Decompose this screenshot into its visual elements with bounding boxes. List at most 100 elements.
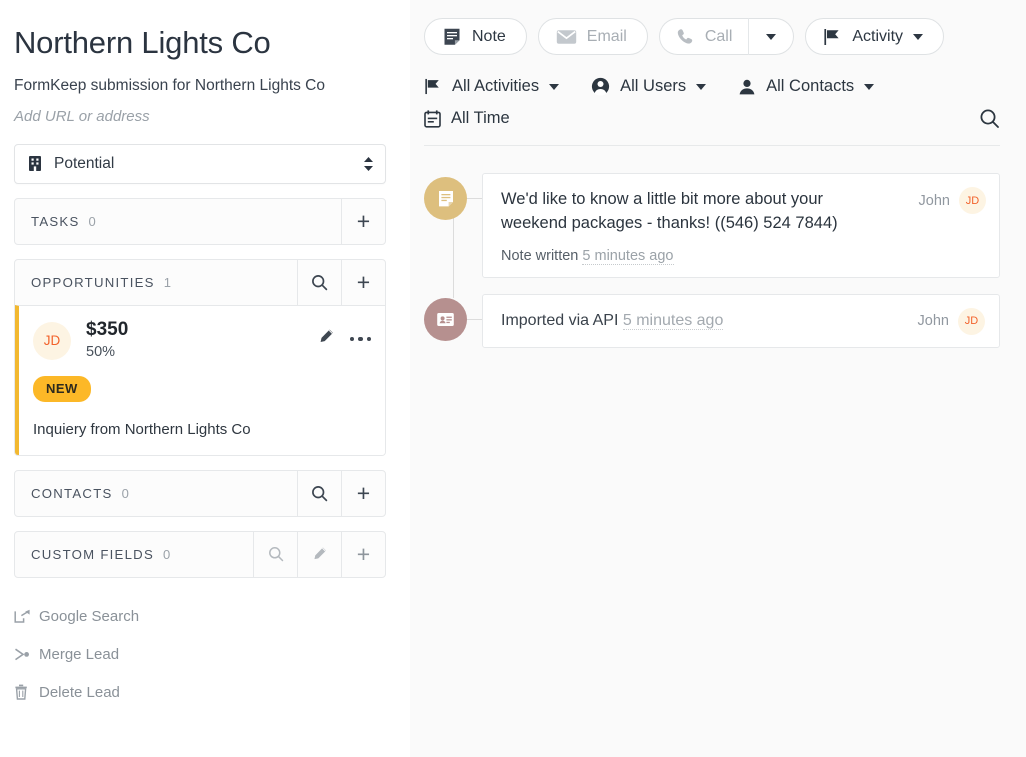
flag-icon	[824, 28, 839, 45]
opportunity-card[interactable]: JD $350 50% NEW Inquiery from Northern L…	[15, 304, 385, 455]
lead-status-value: Potential	[54, 154, 115, 172]
opportunity-more-menu[interactable]	[349, 336, 371, 342]
filter-row-secondary: All Time	[424, 108, 1026, 141]
plus-icon: +	[356, 479, 371, 506]
opportunity-percent: 50%	[86, 343, 116, 360]
trash-icon	[14, 684, 35, 701]
note-icon	[444, 28, 460, 45]
lead-status-select[interactable]: Potential	[14, 143, 386, 184]
add-custom-field-button[interactable]: +	[341, 531, 385, 577]
lead-url-placeholder[interactable]: Add URL or address	[14, 108, 410, 125]
activity-button[interactable]: Activity	[805, 18, 945, 55]
import-card[interactable]: Imported via API 5 minutes ago John JD	[482, 293, 1000, 348]
import-timeline-icon	[424, 297, 467, 341]
import-label: Imported via API	[501, 312, 619, 330]
email-label: Email	[586, 27, 627, 45]
plus-icon: +	[356, 207, 371, 234]
import-timestamp[interactable]: 5 minutes ago	[622, 312, 724, 331]
user-circle-icon	[592, 77, 610, 96]
search-opportunities-button[interactable]	[297, 259, 341, 305]
timeline-item-import: Imported via API 5 minutes ago John JD	[424, 293, 1000, 348]
contacts-label: CONTACTS	[31, 485, 113, 501]
note-timestamp[interactable]: 5 minutes ago	[582, 247, 674, 265]
person-icon	[739, 79, 755, 94]
custom-fields-count: 0	[163, 546, 171, 562]
google-search-label: Google Search	[39, 607, 140, 625]
edit-opportunity-button[interactable]	[318, 328, 335, 350]
note-button[interactable]: Note	[424, 18, 527, 55]
pencil-icon	[320, 329, 333, 342]
edit-custom-fields-button[interactable]	[297, 531, 341, 577]
delete-lead-action[interactable]: Delete Lead	[14, 684, 410, 701]
external-link-icon	[14, 609, 35, 624]
note-timeline-icon	[424, 177, 467, 220]
plus-icon: +	[356, 268, 371, 295]
search-icon	[312, 275, 328, 291]
lead-subtitle: FormKeep submission for Northern Lights …	[14, 76, 325, 94]
search-custom-fields-button[interactable]	[253, 531, 297, 577]
lead-sidebar: Northern Lights Co FormKeep submission f…	[0, 0, 410, 757]
tasks-label: TASKS	[31, 213, 80, 229]
activity-label: Activity	[852, 27, 904, 45]
contacts-count: 0	[121, 485, 129, 501]
search-icon	[980, 109, 999, 128]
chevron-down-icon	[864, 83, 875, 90]
contacts-panel: CONTACTS 0 +	[14, 469, 386, 517]
opportunity-actions	[318, 328, 371, 350]
building-icon	[27, 155, 43, 172]
activity-panel: Note Email Call Activity All Activities …	[410, 0, 1026, 757]
merge-icon	[14, 647, 35, 662]
avatar: JD	[958, 307, 985, 335]
note-author-name: John	[918, 192, 950, 209]
contacts-header: CONTACTS 0 +	[15, 470, 385, 516]
search-icon	[268, 547, 283, 562]
activity-timeline: We'd like to know a little bit more abou…	[410, 146, 1026, 348]
email-button[interactable]: Email	[537, 18, 648, 55]
note-label: Note	[472, 27, 506, 45]
timeline-connector	[467, 318, 482, 320]
phone-icon	[677, 28, 693, 44]
add-contact-button[interactable]: +	[341, 470, 385, 516]
custom-fields-label-wrap: CUSTOM FIELDS 0	[15, 532, 253, 577]
filter-all-time-label: All Time	[451, 109, 510, 127]
filter-all-time[interactable]: All Time	[424, 109, 510, 128]
custom-fields-panel: CUSTOM FIELDS 0 +	[14, 530, 386, 578]
dot	[366, 336, 371, 342]
google-search-action[interactable]: Google Search	[14, 608, 410, 625]
opportunities-label-wrap: OPPORTUNITIES 1	[15, 260, 297, 305]
email-icon	[556, 29, 576, 44]
note-body: We'd like to know a little bit more abou…	[501, 190, 838, 232]
sort-updown-icon	[363, 156, 374, 172]
custom-fields-label: CUSTOM FIELDS	[31, 546, 154, 562]
activity-search-button[interactable]	[979, 108, 1000, 129]
tasks-header: TASKS 0 +	[15, 198, 385, 244]
search-icon	[312, 486, 328, 502]
call-dropdown-button[interactable]	[748, 18, 795, 55]
dot	[358, 336, 363, 342]
lead-actions-list: Google Search Merge Lead Delete Lead	[14, 608, 410, 701]
merge-lead-action[interactable]: Merge Lead	[14, 646, 410, 663]
add-task-button[interactable]: +	[341, 198, 385, 244]
delete-lead-label: Delete Lead	[39, 683, 120, 701]
tasks-panel: TASKS 0 +	[14, 197, 386, 245]
note-card[interactable]: We'd like to know a little bit more abou…	[482, 173, 1000, 278]
opportunity-description: Inquiery from Northern Lights Co	[33, 420, 251, 438]
chevron-down-icon	[766, 33, 777, 40]
call-button-group: Call	[658, 18, 795, 55]
note-author: John JD	[919, 187, 986, 214]
filter-all-activities[interactable]: All Activities	[424, 77, 560, 96]
page-title: Northern Lights Co	[14, 25, 271, 60]
opportunity-values: $350 50%	[86, 319, 128, 360]
note-meta: Note written 5 minutes ago	[501, 247, 985, 265]
avatar: JD	[959, 187, 986, 214]
add-opportunity-button[interactable]: +	[341, 259, 385, 305]
filter-all-contacts[interactable]: All Contacts	[738, 77, 875, 96]
filter-all-contacts-label: All Contacts	[766, 77, 855, 95]
opportunities-label: OPPORTUNITIES	[31, 274, 155, 290]
search-contacts-button[interactable]	[297, 470, 341, 516]
filter-all-users[interactable]: All Users	[591, 77, 707, 96]
tasks-label-wrap: TASKS 0	[15, 199, 341, 244]
note-meta-label: Note written	[501, 247, 579, 264]
call-button[interactable]: Call	[658, 18, 749, 55]
opportunities-header: OPPORTUNITIES 1 +	[15, 259, 385, 305]
